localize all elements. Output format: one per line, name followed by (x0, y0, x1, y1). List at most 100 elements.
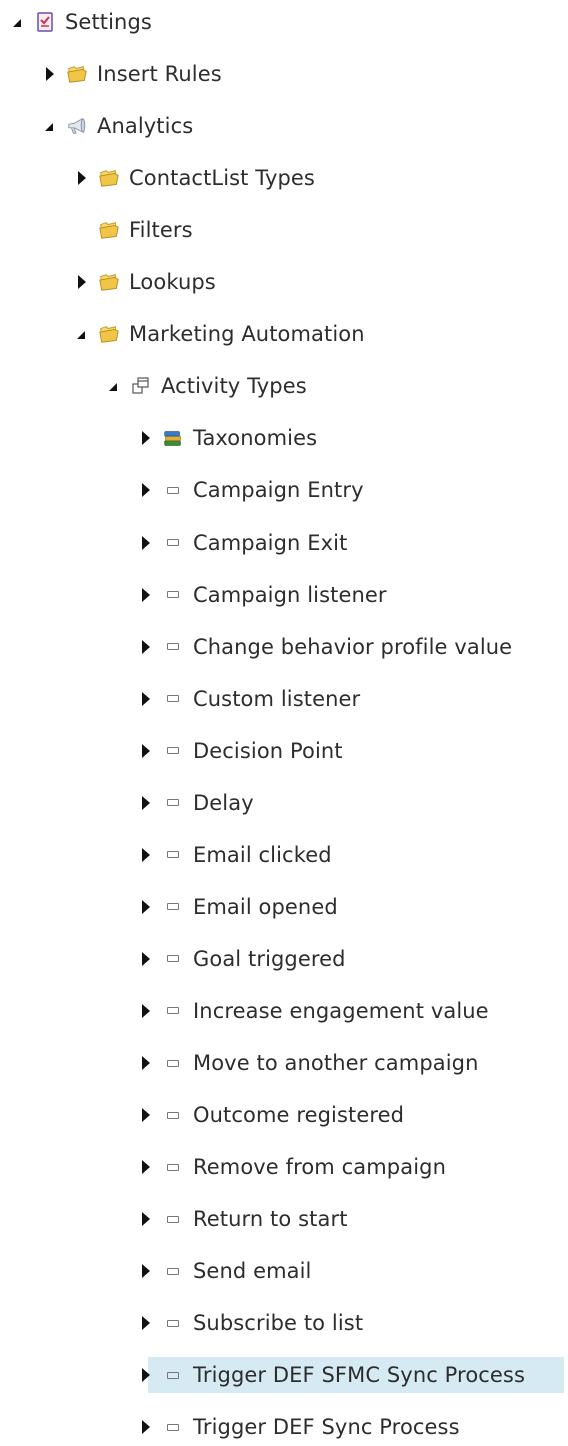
tree-node[interactable]: Subscribe to list (0, 1304, 568, 1342)
tree-node-label[interactable]: Return to start (193, 1200, 348, 1238)
tree-node-label[interactable]: Insert Rules (97, 55, 222, 93)
tree-node-label[interactable]: Settings (65, 3, 152, 41)
tree-node[interactable]: Email opened (0, 888, 568, 926)
item-rectangle-icon (162, 1260, 184, 1282)
folder-icon (98, 271, 120, 293)
tree-node[interactable]: Trigger DEF Sync Process (0, 1408, 568, 1446)
tree-node-label[interactable]: Goal triggered (193, 940, 346, 978)
expand-arrow-icon[interactable] (140, 1212, 152, 1227)
item-rectangle-icon (162, 1312, 184, 1334)
tree-node[interactable]: Insert Rules (0, 55, 568, 93)
tree-node-label[interactable]: Custom listener (193, 680, 360, 718)
expand-arrow-icon[interactable] (140, 899, 152, 914)
tree-node[interactable]: Change behavior profile value (0, 628, 568, 666)
expand-arrow-icon[interactable] (140, 1420, 152, 1435)
expand-arrow-icon[interactable] (140, 1056, 152, 1070)
tree-node[interactable]: Increase engagement value (0, 992, 568, 1030)
tree-node-label[interactable]: Outcome registered (193, 1096, 404, 1134)
expand-arrow-icon[interactable] (140, 691, 152, 706)
tree-node[interactable]: Campaign listener (0, 576, 568, 614)
expand-arrow-icon[interactable] (44, 67, 56, 82)
expand-arrow-icon[interactable] (140, 483, 152, 498)
tree-node[interactable]: Campaign Entry (0, 471, 568, 509)
tree-node-label[interactable]: Campaign Exit (193, 524, 347, 562)
activity-types-icon (130, 375, 152, 397)
tree-node-label[interactable]: Lookups (129, 263, 216, 301)
tree-node[interactable]: Taxonomies (0, 419, 568, 457)
expand-arrow-icon[interactable] (140, 951, 152, 966)
tree-node-label[interactable]: Trigger DEF Sync Process (193, 1408, 460, 1446)
expand-arrow-icon[interactable] (140, 587, 152, 602)
tree-node[interactable]: Return to start (0, 1200, 568, 1238)
item-rectangle-icon (162, 1052, 184, 1074)
expand-arrow-icon[interactable] (76, 275, 88, 290)
taxonomies-books-icon (162, 427, 184, 449)
tree-node[interactable]: Activity Types (0, 367, 568, 405)
item-rectangle-icon (162, 1104, 184, 1126)
tree-node-label[interactable]: Change behavior profile value (193, 628, 512, 666)
expand-arrow-icon[interactable] (76, 171, 88, 186)
expand-arrow-icon[interactable] (140, 1108, 152, 1123)
expand-arrow-icon[interactable] (140, 1264, 152, 1279)
tree-node[interactable]: Marketing Automation (0, 315, 568, 353)
tree-node[interactable]: Campaign Exit (0, 524, 568, 562)
tree-node[interactable]: Outcome registered (0, 1096, 568, 1134)
expand-arrow-icon[interactable] (140, 1368, 152, 1383)
tree-node-label[interactable]: Send email (193, 1252, 311, 1290)
tree-node[interactable]: ContactList Types (0, 159, 568, 197)
tree-node-label[interactable]: Email opened (193, 888, 338, 926)
expand-arrow-icon[interactable] (140, 639, 152, 654)
tree-node-label[interactable]: ContactList Types (129, 159, 315, 197)
collapse-arrow-icon[interactable] (12, 15, 24, 29)
tree-node-label[interactable]: Campaign listener (193, 576, 387, 614)
item-rectangle-icon (162, 948, 184, 970)
collapse-arrow-icon[interactable] (76, 327, 88, 341)
tree-node-label[interactable]: Taxonomies (193, 419, 317, 457)
tree-node-label[interactable]: Subscribe to list (193, 1304, 363, 1342)
expand-arrow-icon[interactable] (140, 1160, 152, 1175)
tree-node-label[interactable]: Analytics (97, 107, 193, 145)
tree-node[interactable]: Goal triggered (0, 940, 568, 978)
tree-node[interactable]: Remove from campaign (0, 1148, 568, 1186)
item-rectangle-icon (162, 688, 184, 710)
expand-arrow-icon[interactable] (140, 743, 152, 758)
tree-node[interactable]: Lookups (0, 263, 568, 301)
expand-arrow-icon[interactable] (140, 1316, 152, 1331)
tree-node-label[interactable]: Filters (129, 211, 193, 249)
tree-node-label[interactable]: Activity Types (161, 367, 307, 405)
tree-node-label[interactable]: Remove from campaign (193, 1148, 446, 1186)
tree-node-label[interactable]: Email clicked (193, 836, 332, 874)
tree-node-label[interactable]: Move to another campaign (193, 1044, 479, 1082)
item-rectangle-icon (162, 896, 184, 918)
tree-node[interactable]: Send email (0, 1252, 568, 1290)
tree-node[interactable]: Custom listener (0, 680, 568, 718)
expand-arrow-icon[interactable] (140, 431, 152, 446)
tree-node-label[interactable]: Trigger DEF SFMC Sync Process (193, 1356, 525, 1394)
item-rectangle-icon (162, 740, 184, 762)
tree-node[interactable]: Analytics (0, 107, 568, 145)
folder-icon (98, 323, 120, 345)
collapse-arrow-icon[interactable] (44, 119, 56, 133)
tree-node[interactable]: Decision Point (0, 732, 568, 770)
tree-node[interactable]: Filters (0, 211, 568, 249)
expand-arrow-icon[interactable] (140, 535, 152, 550)
tree-node-label[interactable]: Marketing Automation (129, 315, 365, 353)
tree-node[interactable]: Move to another campaign (0, 1044, 568, 1082)
tree-node-label[interactable]: Decision Point (193, 732, 343, 770)
tree-node-label[interactable]: Campaign Entry (193, 471, 364, 509)
tree-node-label[interactable]: Delay (193, 784, 254, 822)
tree-node[interactable]: Trigger DEF SFMC Sync Process (0, 1356, 568, 1394)
analytics-megaphone-icon (66, 115, 88, 137)
item-rectangle-icon (162, 844, 184, 866)
expand-arrow-icon[interactable] (140, 847, 152, 862)
collapse-arrow-icon[interactable] (108, 379, 120, 393)
expand-arrow-icon[interactable] (140, 795, 152, 810)
tree-node[interactable]: Email clicked (0, 836, 568, 874)
expand-arrow-icon[interactable] (140, 1003, 152, 1018)
tree-node-label[interactable]: Increase engagement value (193, 992, 489, 1030)
item-rectangle-icon (162, 1208, 184, 1230)
tree-node[interactable]: Delay (0, 784, 568, 822)
item-rectangle-icon (162, 1156, 184, 1178)
folder-icon (98, 167, 120, 189)
tree-node[interactable]: Settings (0, 3, 568, 41)
